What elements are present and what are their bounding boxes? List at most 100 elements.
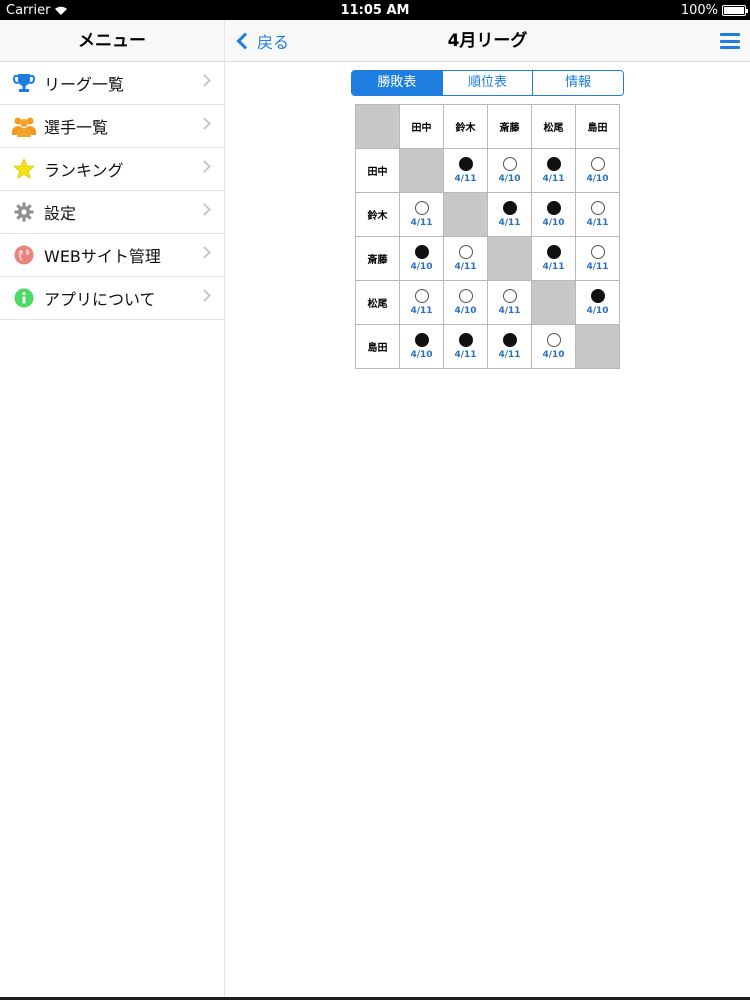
match-date: 4/10: [454, 306, 477, 316]
match-result-cell[interactable]: 4/11: [487, 280, 532, 325]
match-date: 4/10: [586, 174, 609, 184]
row-header: 松尾: [355, 280, 400, 325]
loss-mark-icon: [458, 289, 473, 303]
match-result-cell[interactable]: 4/11: [443, 324, 488, 369]
globe-icon: [12, 243, 36, 267]
match-date: 4/11: [586, 218, 609, 228]
players-icon: [12, 114, 36, 138]
sidebar-item-league-list[interactable]: リーグ一覧: [0, 62, 224, 105]
match-result-cell[interactable]: 4/10: [531, 192, 576, 237]
navigation-bar: 戻る 4月リーグ: [225, 20, 750, 62]
match-date: 4/11: [454, 262, 477, 272]
match-result-cell[interactable]: 4/11: [487, 192, 532, 237]
sidebar-title: メニュー: [0, 20, 224, 62]
gear-icon: [12, 200, 36, 224]
match-result-cell[interactable]: 4/11: [531, 148, 576, 193]
loss-mark-icon: [590, 157, 605, 171]
results-table: 田中 鈴木 斎藤 松尾 島田 田中 4/11 4/10 4/11 4/10 鈴木 4/11 4/11 4/…: [355, 104, 620, 369]
match-result-cell[interactable]: 4/10: [399, 324, 444, 369]
column-header: 斎藤: [487, 104, 532, 149]
match-result-cell[interactable]: 4/10: [443, 280, 488, 325]
self-match-cell: [575, 324, 620, 369]
row-header: 島田: [355, 324, 400, 369]
table-header-row: 田中 鈴木 斎藤 松尾 島田: [355, 104, 620, 149]
star-icon: [12, 157, 36, 181]
match-date: 4/11: [542, 262, 565, 272]
sidebar-item-label: 設定: [44, 204, 77, 223]
loss-mark-icon: [414, 201, 429, 215]
match-result-cell[interactable]: 4/11: [399, 192, 444, 237]
table-row: 島田 4/10 4/11 4/11 4/10: [355, 324, 620, 369]
match-result-cell[interactable]: 4/10: [487, 148, 532, 193]
tab-standings[interactable]: 順位表: [442, 71, 534, 95]
match-result-cell[interactable]: 4/11: [531, 236, 576, 281]
match-result-cell[interactable]: 4/11: [399, 280, 444, 325]
tab-win-loss-table[interactable]: 勝敗表: [352, 71, 443, 95]
hamburger-menu-icon[interactable]: [720, 33, 740, 49]
self-match-cell: [399, 148, 444, 193]
chevron-right-icon: [198, 289, 211, 302]
win-mark-icon: [414, 245, 429, 259]
loss-mark-icon: [458, 245, 473, 259]
match-date: 4/11: [542, 174, 565, 184]
match-date: 4/11: [498, 218, 521, 228]
battery-percent: 100%: [680, 3, 718, 18]
sidebar-item-player-list[interactable]: 選手一覧: [0, 105, 224, 148]
sidebar-item-about-app[interactable]: アプリについて: [0, 277, 224, 320]
win-mark-icon: [590, 289, 605, 303]
sidebar-item-ranking[interactable]: ランキング: [0, 148, 224, 191]
match-result-cell[interactable]: 4/11: [575, 236, 620, 281]
sidebar-item-website-admin[interactable]: WEBサイト管理: [0, 234, 224, 277]
win-mark-icon: [414, 333, 429, 347]
loss-mark-icon: [502, 289, 517, 303]
match-result-cell[interactable]: 4/11: [443, 148, 488, 193]
tab-info[interactable]: 情報: [533, 71, 623, 95]
match-result-cell[interactable]: 4/10: [575, 148, 620, 193]
column-header: 鈴木: [443, 104, 488, 149]
win-mark-icon: [458, 333, 473, 347]
match-date: 4/11: [454, 350, 477, 360]
match-date: 4/10: [542, 350, 565, 360]
clock: 11:05 AM: [340, 3, 410, 18]
sidebar-item-label: ランキング: [44, 161, 124, 180]
table-row: 斎藤 4/10 4/11 4/11 4/11: [355, 236, 620, 281]
match-result-cell[interactable]: 4/11: [575, 192, 620, 237]
match-result-cell[interactable]: 4/11: [487, 324, 532, 369]
info-icon: [12, 286, 36, 310]
match-date: 4/11: [454, 174, 477, 184]
win-mark-icon: [458, 157, 473, 171]
match-result-cell[interactable]: 4/11: [443, 236, 488, 281]
battery-icon: [722, 5, 748, 16]
segmented-control: 勝敗表 順位表 情報: [351, 70, 624, 96]
sidebar: メニュー リーグ一覧 選手一覧 ランキング 設定 WEBサイト管理 アプリについ…: [0, 20, 225, 1000]
match-date: 4/11: [586, 262, 609, 272]
match-result-cell[interactable]: 4/10: [575, 280, 620, 325]
table-row: 鈴木 4/11 4/11 4/10 4/11: [355, 192, 620, 237]
match-result-cell[interactable]: 4/10: [399, 236, 444, 281]
loss-mark-icon: [414, 289, 429, 303]
chevron-right-icon: [198, 203, 211, 216]
loss-mark-icon: [546, 333, 561, 347]
match-date: 4/11: [410, 218, 433, 228]
table-row: 田中 4/11 4/10 4/11 4/10: [355, 148, 620, 193]
sidebar-item-settings[interactable]: 設定: [0, 191, 224, 234]
win-mark-icon: [546, 201, 561, 215]
win-mark-icon: [502, 333, 517, 347]
match-result-cell[interactable]: 4/10: [531, 324, 576, 369]
row-header: 斎藤: [355, 236, 400, 281]
match-date: 4/11: [410, 306, 433, 316]
loss-mark-icon: [502, 157, 517, 171]
self-match-cell: [443, 192, 488, 237]
sidebar-item-label: アプリについて: [44, 290, 156, 309]
row-header: 鈴木: [355, 192, 400, 237]
table-row: 松尾 4/11 4/10 4/11 4/10: [355, 280, 620, 325]
match-date: 4/10: [542, 218, 565, 228]
match-date: 4/11: [498, 306, 521, 316]
row-header: 田中: [355, 148, 400, 193]
match-date: 4/10: [498, 174, 521, 184]
self-match-cell: [531, 280, 576, 325]
status-bar: Carrier 11:05 AM 100%: [0, 0, 750, 20]
match-date: 4/10: [410, 350, 433, 360]
table-corner-cell: [355, 104, 400, 149]
match-date: 4/10: [410, 262, 433, 272]
